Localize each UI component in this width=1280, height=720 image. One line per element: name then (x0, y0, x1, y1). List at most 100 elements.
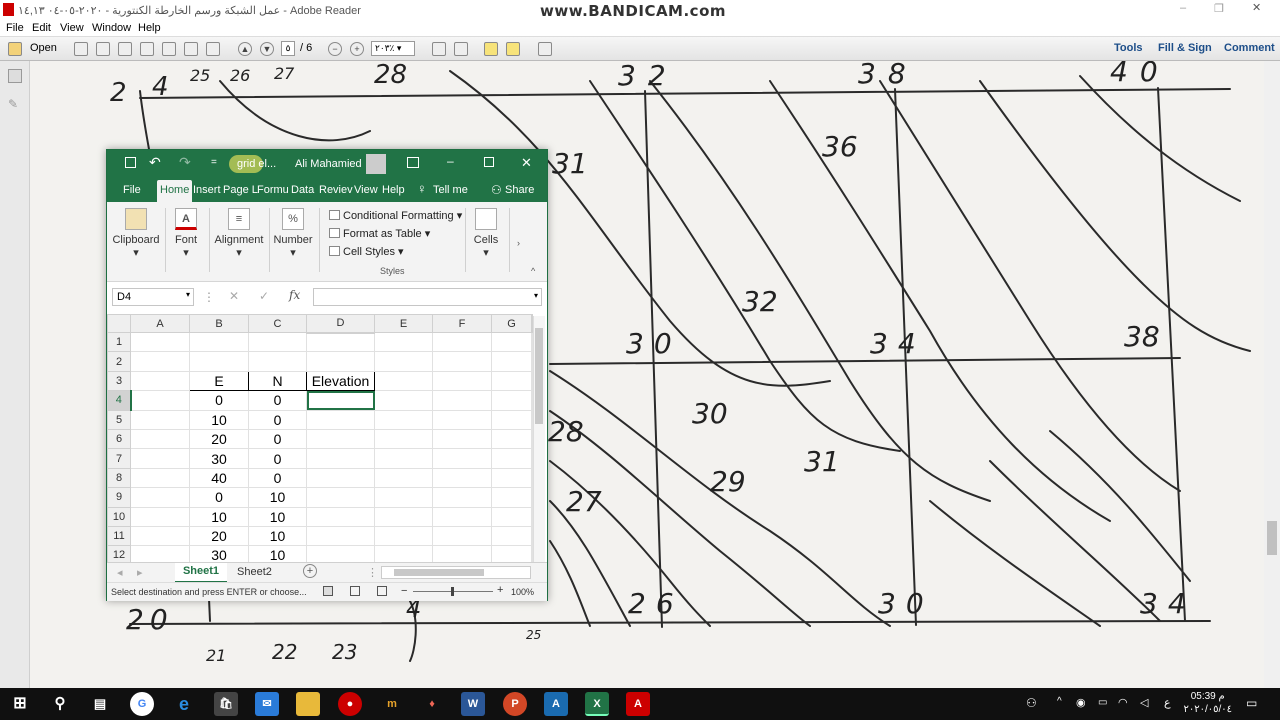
windows-start-icon[interactable]: ⊞ (8, 692, 32, 716)
open-folder-icon[interactable] (8, 42, 22, 56)
create-pdf-icon[interactable] (74, 42, 88, 56)
scroll-thumb[interactable] (1267, 521, 1277, 555)
maximize-icon[interactable]: ❐ (1214, 2, 1224, 15)
spreadsheet-grid[interactable]: A B C D E F G 1 2 3 E N Elevation 4 0 0 5 10 0 6 20 0 7 30 0 8 40 0… (107, 314, 547, 562)
cell-d[interactable] (306, 525, 375, 547)
cell-a[interactable] (130, 487, 190, 508)
cell-c[interactable] (248, 331, 307, 353)
column-header-a[interactable]: A (130, 314, 190, 333)
formula-input[interactable]: ▾ (313, 288, 542, 306)
cell-a[interactable] (130, 370, 190, 392)
minimize-icon[interactable]: – (447, 154, 454, 168)
cell-b[interactable]: 20 (189, 525, 249, 547)
tools-button[interactable]: Tools (1114, 42, 1143, 54)
redo-icon[interactable]: ↷ (179, 154, 191, 171)
tab-view[interactable]: View (354, 184, 378, 196)
tab-file[interactable]: File (123, 184, 141, 196)
powerpoint-icon[interactable]: P (503, 692, 527, 716)
alignment-group[interactable]: ≡ Alignment ▾ (213, 208, 265, 259)
cell-d[interactable] (306, 487, 375, 508)
cell-c[interactable]: 10 (248, 525, 307, 547)
cell-b[interactable]: 10 (189, 409, 249, 430)
excel-icon[interactable]: X (585, 692, 609, 716)
chrome-icon[interactable]: G (130, 692, 154, 716)
edge-icon[interactable]: e (172, 692, 196, 716)
cloud-icon[interactable] (140, 42, 154, 56)
cell-a[interactable] (130, 467, 190, 489)
cell-f[interactable] (432, 351, 492, 372)
search-icon[interactable]: ⚲ (48, 692, 72, 716)
add-sheet-button[interactable]: + (303, 564, 317, 578)
edit-icon[interactable] (118, 42, 132, 56)
autocad-icon[interactable]: A (544, 692, 568, 716)
pages-panel-icon[interactable] (8, 69, 22, 83)
page-layout-view-icon[interactable] (350, 586, 360, 596)
row-header[interactable]: 11 (107, 525, 131, 547)
cell-g[interactable] (491, 448, 532, 469)
cell-f[interactable] (432, 487, 492, 508)
excel-vertical-scrollbar[interactable] (533, 316, 545, 562)
cell-b[interactable]: 20 (189, 428, 249, 450)
cell-a[interactable] (130, 545, 190, 562)
cell-f[interactable] (432, 409, 492, 430)
cell-a[interactable] (130, 351, 190, 372)
cell-e[interactable] (374, 448, 433, 469)
cell-b[interactable]: 30 (189, 545, 249, 562)
tab-split-icon[interactable]: ⋮ (367, 566, 378, 579)
scroll-thumb[interactable] (535, 328, 543, 424)
cells-group[interactable]: Cells ▾ (471, 208, 501, 259)
file-explorer-icon[interactable] (296, 692, 320, 716)
cell-a[interactable] (130, 390, 190, 411)
cell-c[interactable]: 0 (248, 428, 307, 450)
cell-d[interactable] (306, 506, 375, 527)
cell-g[interactable] (491, 467, 532, 489)
cell-b[interactable]: E (189, 370, 249, 392)
row-header[interactable]: 8 (107, 467, 131, 489)
cell-f[interactable] (432, 370, 492, 392)
cell-e[interactable] (374, 506, 433, 527)
notifications-icon[interactable]: ▭ (1246, 696, 1257, 710)
format-as-table-button[interactable]: Format as Table ▾ (329, 227, 430, 240)
open-button[interactable]: Open (30, 42, 57, 54)
cell-b[interactable]: 0 (189, 390, 249, 411)
menu-window[interactable]: Window (92, 22, 131, 34)
wifi-icon[interactable]: ◠ (1118, 696, 1128, 709)
tab-data[interactable]: Data (291, 184, 314, 196)
avatar[interactable] (366, 154, 386, 174)
cell-b[interactable]: 0 (189, 487, 249, 508)
select-all-corner[interactable] (107, 314, 131, 333)
sheet-tab-sheet1[interactable]: Sheet1 (175, 563, 227, 583)
cell-g[interactable] (491, 525, 532, 547)
cell-c[interactable]: 10 (248, 506, 307, 527)
cell-c[interactable]: 10 (248, 487, 307, 508)
save-icon[interactable] (125, 157, 136, 168)
mail-icon[interactable]: ✉ (255, 692, 279, 716)
cell-b[interactable] (189, 351, 249, 372)
cell-c[interactable]: 0 (248, 448, 307, 469)
prev-page-icon[interactable]: ▲ (238, 42, 252, 56)
cell-g[interactable] (491, 409, 532, 430)
cell-e[interactable] (374, 525, 433, 547)
cell-e[interactable] (374, 545, 433, 562)
cell-f[interactable] (432, 525, 492, 547)
fill-sign-button[interactable]: Fill & Sign (1158, 42, 1212, 54)
cell-e[interactable] (374, 390, 433, 411)
fit-page-icon[interactable] (432, 42, 446, 56)
zoom-in-icon[interactable]: + (497, 584, 503, 596)
fit-width-icon[interactable] (454, 42, 468, 56)
menu-view[interactable]: View (60, 22, 84, 34)
cell-g[interactable] (491, 428, 532, 450)
comment-button[interactable]: Comment (1224, 42, 1275, 54)
enter-icon[interactable]: ✓ (259, 289, 269, 303)
cell-a[interactable] (130, 331, 190, 353)
pen-icon[interactable]: ✎ (8, 97, 22, 111)
ribbon-display-icon[interactable] (407, 157, 419, 168)
tab-home[interactable]: Home (157, 180, 193, 202)
row-header[interactable]: 12 (107, 545, 131, 562)
cell-e[interactable] (374, 351, 433, 372)
cell-d[interactable] (306, 467, 375, 489)
zoom-out-icon[interactable]: − (328, 42, 342, 56)
highlight-icon[interactable] (506, 42, 520, 56)
column-header-c[interactable]: C (248, 314, 307, 333)
cell-f[interactable] (432, 545, 492, 562)
